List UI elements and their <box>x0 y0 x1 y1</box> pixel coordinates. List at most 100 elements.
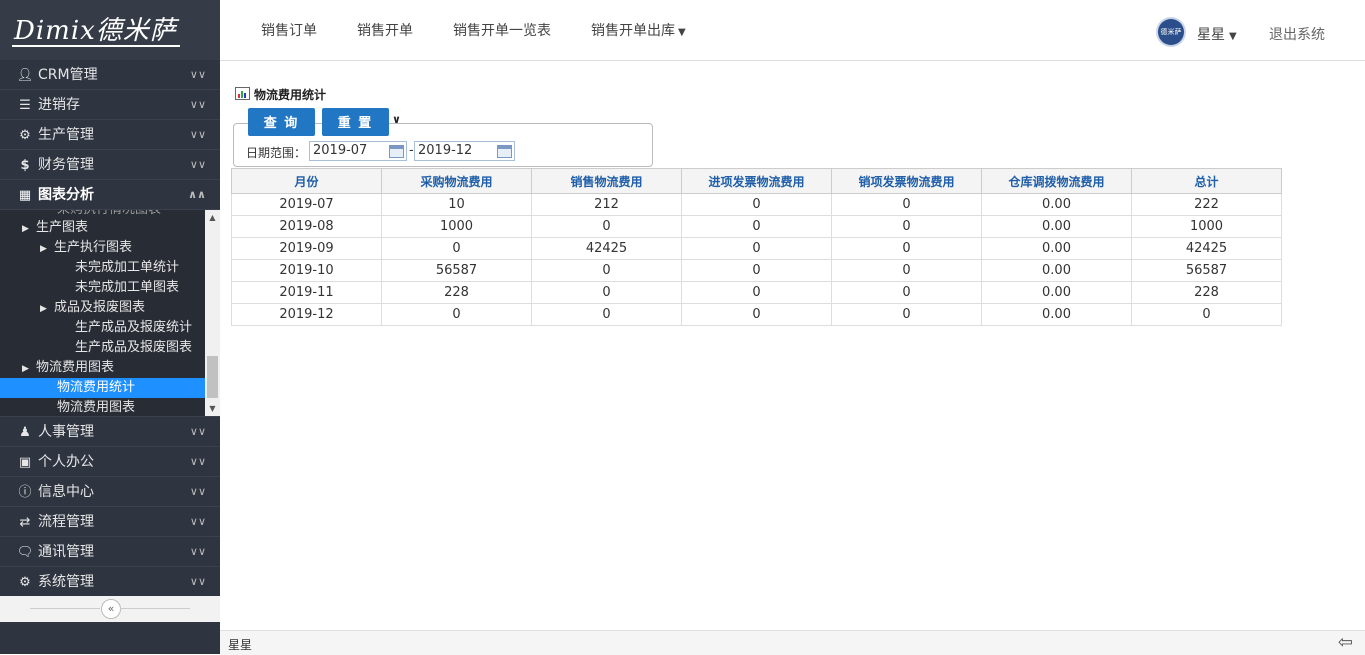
calendar-icon[interactable] <box>497 145 512 158</box>
charts-submenu: 采购执行情况图表 ▶ 生产图表 ▶ 生产执行图表 未完成加工单统计 未完成加工单图表… <box>0 210 220 417</box>
scroll-thumb[interactable] <box>207 356 218 398</box>
table-row[interactable]: 2019-10 56587 0 0 0 0.00 56587 <box>231 259 1282 282</box>
submenu-item-partial[interactable]: 采购执行情况图表 <box>0 210 220 218</box>
collapse-sidebar-icon[interactable]: « <box>101 599 121 619</box>
col-header-purchase[interactable]: 采购物流费用 <box>381 168 532 194</box>
chevron-down-icon: ∨∨ <box>189 128 206 141</box>
cell: 0.00 <box>981 193 1132 216</box>
caret-right-icon: ▶ <box>40 304 47 314</box>
submenu-item-finished-scrap[interactable]: ▶ 成品及报废图表 <box>0 298 220 318</box>
menu-office[interactable]: ▣ 个人办公 ∨∨ <box>0 447 220 477</box>
menu-hr[interactable]: ♟ 人事管理 ∨∨ <box>0 417 220 447</box>
cell: 222 <box>1131 193 1282 216</box>
expand-chevron-icon[interactable]: ∨ <box>392 113 401 126</box>
submenu-item-unfinished-chart[interactable]: 未完成加工单图表 <box>0 278 220 298</box>
menu-finance[interactable]: $ 财务管理 ∨∨ <box>0 150 220 180</box>
date-to-value: 2019-12 <box>418 143 473 158</box>
cell: 228 <box>381 281 532 304</box>
cell: 2019-09 <box>231 237 382 260</box>
menu-charts[interactable]: ▦ 图表分析 ∧∧ <box>0 180 220 210</box>
divider <box>30 608 100 609</box>
menu-info[interactable]: ⓘ 信息中心 ∨∨ <box>0 477 220 507</box>
reset-button[interactable]: 重 置 <box>322 108 389 136</box>
cell: 0 <box>831 215 982 238</box>
menu-production[interactable]: ⚙ 生产管理 ∨∨ <box>0 120 220 150</box>
cell: 0.00 <box>981 237 1132 260</box>
avatar[interactable]: 德米萨 <box>1158 19 1184 45</box>
caret-down-icon: ▼ <box>678 27 686 38</box>
logo: Dimix德米萨 <box>0 0 220 60</box>
bar-chart-icon <box>235 87 250 100</box>
cog-icon: ⚙ <box>19 575 31 590</box>
calendar-icon[interactable] <box>389 145 404 158</box>
top-nav-bar: 销售订单 销售开单 销售开单一览表 销售开单出库 ▼ 德米萨 星星 ▼ 退出系统 <box>220 0 1365 61</box>
query-button[interactable]: 查 询 <box>248 108 315 136</box>
menu-workflow[interactable]: ⇄ 流程管理 ∨∨ <box>0 507 220 537</box>
menu-label: 财务管理 <box>38 157 94 173</box>
submenu-label: 成品及报废图表 <box>54 300 146 315</box>
table-row[interactable]: 2019-11 228 0 0 0 0.00 228 <box>231 281 1282 304</box>
col-header-total[interactable]: 总计 <box>1131 168 1282 194</box>
scroll-up-icon[interactable]: ▲ <box>205 210 220 225</box>
back-arrow-icon[interactable]: ⇦ <box>1338 632 1353 653</box>
table-row[interactable]: 2019-09 0 42425 0 0 0.00 42425 <box>231 237 1282 260</box>
col-header-sales[interactable]: 销售物流费用 <box>531 168 682 194</box>
col-header-output-invoice[interactable]: 销项发票物流费用 <box>831 168 982 194</box>
submenu-item-finished-scrap-chart[interactable]: 生产成品及报废图表 <box>0 338 220 358</box>
menu-label: 进销存 <box>38 97 80 113</box>
submenu-label: 生产执行图表 <box>54 240 133 255</box>
table-header-row: 月份 采购物流费用 销售物流费用 进项发票物流费用 销项发票物流费用 仓库调拨物… <box>231 168 1282 194</box>
submenu-item-logistics-stats[interactable]: 物流费用统计 <box>0 378 220 398</box>
logo-underline <box>12 45 180 47</box>
info-icon: ⓘ <box>18 485 32 500</box>
table-row[interactable]: 2019-07 10 212 0 0 0.00 222 <box>231 193 1282 216</box>
submenu-item-production-charts[interactable]: ▶ 生产图表 <box>0 218 220 238</box>
col-header-month[interactable]: 月份 <box>231 168 382 194</box>
menu-label: 图表分析 <box>38 187 94 203</box>
chevron-down-icon: ∨∨ <box>189 68 206 81</box>
username: 星星 <box>1197 27 1225 43</box>
cell: 0 <box>681 303 832 326</box>
cell: 42425 <box>531 237 682 260</box>
submenu-item-production-exec[interactable]: ▶ 生产执行图表 <box>0 238 220 258</box>
user-menu[interactable]: 星星 ▼ <box>1197 24 1237 44</box>
cell: 0 <box>1131 303 1282 326</box>
logout-link[interactable]: 退出系统 <box>1269 24 1325 44</box>
nav-label: 销售开单出库 <box>591 23 675 39</box>
date-separator: - <box>409 143 414 158</box>
date-to-input[interactable]: 2019-12 <box>414 141 515 161</box>
sidebar-collapse-bar: « <box>0 596 220 622</box>
nav-sales-outbound[interactable]: 销售开单出库 ▼ <box>591 20 686 40</box>
caret-right-icon: ▶ <box>40 244 47 254</box>
submenu-scrollbar[interactable]: ▲ ▼ <box>205 210 220 416</box>
cell: 0 <box>531 259 682 282</box>
menu-label: 流程管理 <box>38 514 94 530</box>
menu-crm[interactable]: 👤︎ CRM管理 ∨∨ <box>0 60 220 90</box>
cell: 0.00 <box>981 259 1132 282</box>
submenu-item-logistics-charts[interactable]: ▶ 物流费用图表 <box>0 358 220 378</box>
submenu-item-unfinished-stats[interactable]: 未完成加工单统计 <box>0 258 220 278</box>
submenu-item-finished-scrap-stats[interactable]: 生产成品及报废统计 <box>0 318 220 338</box>
col-header-warehouse-transfer[interactable]: 仓库调拨物流费用 <box>981 168 1132 194</box>
caret-right-icon: ▶ <box>22 364 29 374</box>
nav-sales-invoice[interactable]: 销售开单 <box>357 20 413 40</box>
nav-sales-order[interactable]: 销售订单 <box>261 20 317 40</box>
chevron-up-icon: ∧∧ <box>188 188 206 201</box>
menu-communication[interactable]: 🗨︎ 通讯管理 ∨∨ <box>0 537 220 567</box>
menu-system[interactable]: ⚙ 系统管理 ∨∨ <box>0 567 220 597</box>
chat-icon: 🗨︎ <box>16 545 34 560</box>
gears-icon: ⚙ <box>19 128 31 143</box>
menu-label: CRM管理 <box>38 67 98 83</box>
cell: 0 <box>681 259 832 282</box>
menu-label: 通讯管理 <box>38 544 94 560</box>
cell: 0 <box>681 281 832 304</box>
col-header-input-invoice[interactable]: 进项发票物流费用 <box>681 168 832 194</box>
cell: 2019-08 <box>231 215 382 238</box>
table-row[interactable]: 2019-12 0 0 0 0 0.00 0 <box>231 303 1282 326</box>
nav-sales-invoice-list[interactable]: 销售开单一览表 <box>453 20 551 40</box>
menu-inventory[interactable]: ☰ 进销存 ∨∨ <box>0 90 220 120</box>
submenu-item-logistics-chart[interactable]: 物流费用图表 <box>0 398 220 416</box>
scroll-down-icon[interactable]: ▼ <box>205 401 220 416</box>
table-row[interactable]: 2019-08 1000 0 0 0 0.00 1000 <box>231 215 1282 238</box>
date-from-input[interactable]: 2019-07 <box>309 141 407 161</box>
